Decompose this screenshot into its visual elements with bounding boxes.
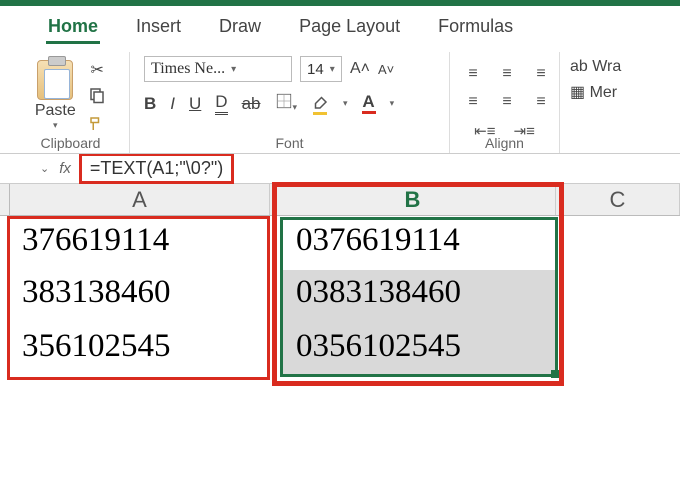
group-alignment: ≡ ≡ ≡ ≡ ≡ ≡ ⇤≡ ⇥≡ Alignn bbox=[450, 52, 560, 153]
shrink-font-button[interactable]: A˅ bbox=[378, 62, 394, 77]
font-size-combo[interactable]: 14▾ bbox=[300, 56, 342, 82]
chevron-down-icon[interactable]: ▾ bbox=[53, 120, 58, 131]
worksheet: A B C 376619114 383138460 356102545 0376… bbox=[0, 184, 680, 416]
align-middle-button[interactable]: ≡ bbox=[494, 62, 520, 86]
borders-button[interactable]: ▾ bbox=[275, 92, 298, 115]
column-header-a[interactable]: A bbox=[10, 184, 270, 215]
chevron-down-icon[interactable]: ▾ bbox=[343, 98, 348, 109]
align-top-button[interactable]: ≡ bbox=[460, 62, 486, 86]
bold-button[interactable]: B bbox=[144, 94, 156, 114]
group-label-font: Font bbox=[130, 135, 449, 151]
formula-bar: ⌄ fx =TEXT(A1;"\0?") bbox=[0, 154, 680, 184]
group-clipboard: Paste ▾ ✂ Clipboard bbox=[12, 52, 130, 153]
chevron-down-icon[interactable]: ▾ bbox=[231, 64, 236, 75]
ribbon: Paste ▾ ✂ Clipboard Times Ne...▾ 14▾ A˄ … bbox=[0, 46, 680, 154]
name-box-dropdown-icon[interactable]: ⌄ bbox=[40, 162, 49, 175]
annotation-box-b bbox=[272, 182, 564, 386]
paste-button[interactable]: Paste bbox=[35, 102, 76, 120]
tab-page-layout[interactable]: Page Layout bbox=[297, 12, 402, 44]
wrap-text-button[interactable]: ab Wra bbox=[570, 58, 628, 76]
tab-formulas[interactable]: Formulas bbox=[436, 12, 515, 44]
merge-center-button[interactable]: ▦ Mer bbox=[570, 82, 628, 102]
group-font: Times Ne...▾ 14▾ A˄ A˅ B I U D ab ▾ ▾ A ▾… bbox=[130, 52, 450, 153]
italic-button[interactable]: I bbox=[170, 94, 175, 114]
cell-grid[interactable]: 376619114 383138460 356102545 0376619114… bbox=[0, 216, 680, 416]
fx-icon[interactable]: fx bbox=[59, 160, 71, 177]
tab-insert[interactable]: Insert bbox=[134, 12, 183, 44]
tab-home[interactable]: Home bbox=[46, 12, 100, 44]
group-wrap-merge: ab Wra ▦ Mer bbox=[560, 52, 638, 153]
underline-button[interactable]: U bbox=[189, 94, 201, 114]
copy-icon[interactable] bbox=[88, 86, 106, 109]
align-center-button[interactable]: ≡ bbox=[494, 90, 520, 114]
chevron-down-icon[interactable]: ▾ bbox=[330, 64, 335, 75]
formula-input[interactable]: =TEXT(A1;"\0?") bbox=[79, 153, 234, 184]
font-name-combo[interactable]: Times Ne...▾ bbox=[144, 56, 292, 82]
align-bottom-button[interactable]: ≡ bbox=[528, 62, 554, 86]
strikethrough-button[interactable]: ab bbox=[242, 94, 261, 114]
align-right-button[interactable]: ≡ bbox=[528, 90, 554, 114]
double-underline-button[interactable]: D bbox=[215, 92, 227, 115]
tab-draw[interactable]: Draw bbox=[217, 12, 263, 44]
cut-icon[interactable]: ✂ bbox=[88, 60, 106, 80]
fill-color-button[interactable] bbox=[311, 93, 329, 115]
chevron-down-icon[interactable]: ▾ bbox=[390, 98, 395, 109]
grow-font-button[interactable]: A˄ bbox=[350, 60, 370, 78]
align-left-button[interactable]: ≡ bbox=[460, 90, 486, 114]
select-all-corner[interactable] bbox=[0, 184, 10, 215]
annotation-box-a bbox=[7, 216, 270, 380]
ribbon-tabs: Home Insert Draw Page Layout Formulas bbox=[0, 6, 680, 46]
group-label-clipboard: Clipboard bbox=[12, 135, 129, 151]
column-header-c[interactable]: C bbox=[556, 184, 680, 215]
paste-icon[interactable] bbox=[37, 60, 73, 100]
font-color-button[interactable]: A bbox=[362, 93, 376, 114]
group-label-alignment: Alignn bbox=[450, 135, 559, 151]
